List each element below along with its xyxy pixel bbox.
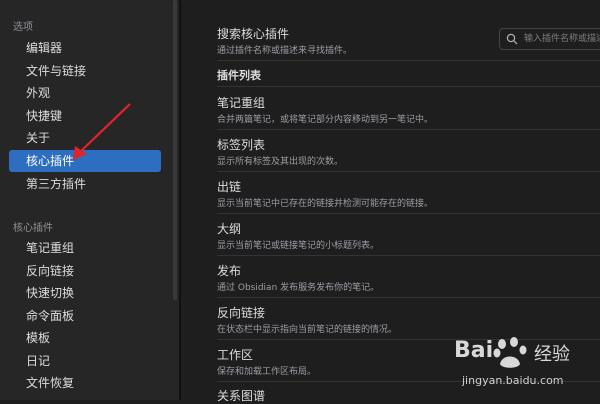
baidu-jingyan-watermark: Bai 经验 jingyan.baidu.com xyxy=(448,332,598,394)
watermark-brand-cn: 经验 xyxy=(534,344,570,365)
watermark-url: jingyan.baidu.com xyxy=(462,374,564,387)
watermark-brand: Bai xyxy=(454,338,494,363)
baidu-paw-icon xyxy=(493,337,527,368)
